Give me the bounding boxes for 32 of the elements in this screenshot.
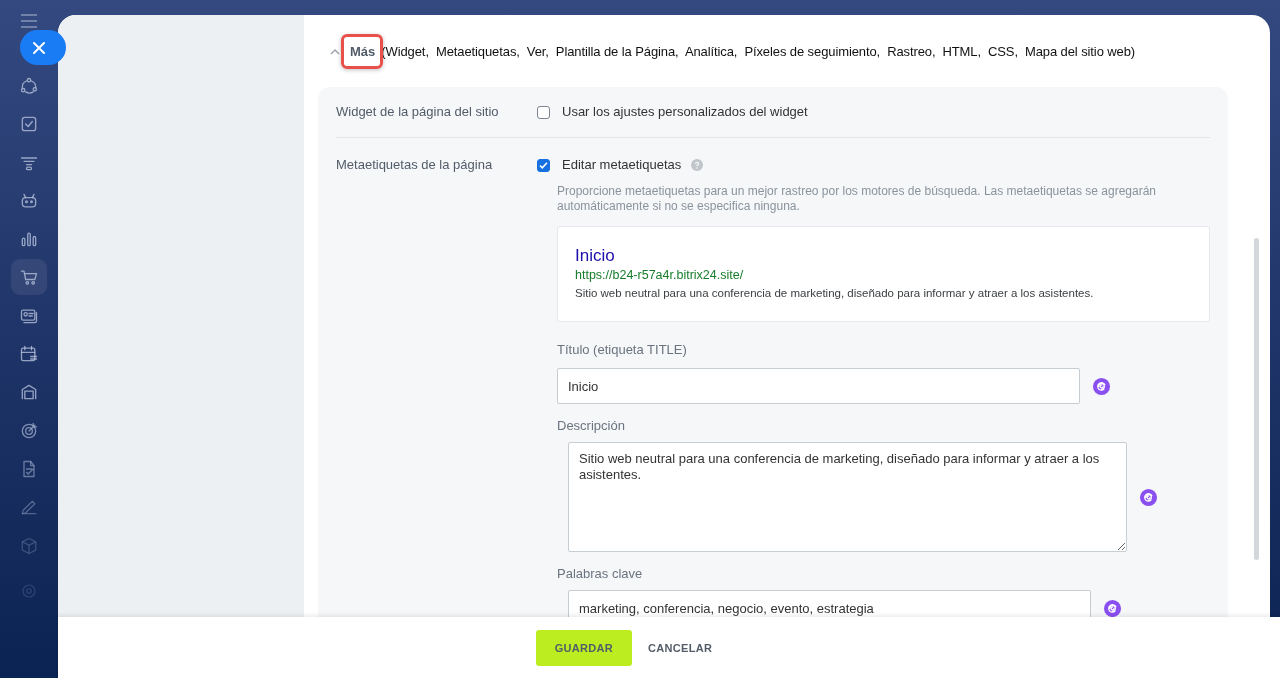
preview-url: https://b24-r57a4r.bitrix24.site/ bbox=[575, 268, 744, 283]
sections-summary: (Widget, Metaetiquetas, Ver, Plantilla de la Página, Analítica, Píxeles de seguimiento, Rastreo, HTML, CSS, Mapa del sitio web) bbox=[381, 43, 1136, 59]
scrollbar-thumb[interactable] bbox=[1253, 238, 1259, 560]
setting-label: Metaetiquetas de la página bbox=[336, 157, 494, 174]
setting-label: Widget de la página del sitio bbox=[336, 104, 500, 120]
save-button[interactable]: GUARDAR bbox=[535, 629, 633, 666]
checkbox-label[interactable]: Usar los ajustes personalizados del widget bbox=[562, 104, 808, 120]
swirl-icon[interactable] bbox=[1092, 376, 1111, 396]
cancel-button[interactable]: CANCELAR bbox=[638, 629, 723, 666]
sidebar-item[interactable] bbox=[11, 259, 47, 296]
people-network-icon bbox=[19, 76, 39, 96]
close-icon bbox=[33, 41, 45, 54]
box-icon bbox=[19, 535, 39, 556]
input-field[interactable]: Inicio bbox=[557, 368, 1080, 404]
close-button[interactable] bbox=[20, 30, 66, 65]
field-label: Palabras clave bbox=[557, 566, 644, 582]
input-field[interactable]: marketing, conferencia, negocio, evento, estrategia bbox=[568, 590, 1091, 617]
preview-title: Inicio bbox=[575, 246, 615, 266]
target-icon bbox=[19, 420, 39, 441]
hint-text: Proporcione metaetiquetas para un mejor rastreo por los motores de búsqueda. Las metaetiquetas se agregarán automáticamente si no se especifica ninguna. bbox=[557, 184, 1158, 214]
field-label: Descripción bbox=[557, 418, 626, 434]
more-toggle[interactable]: Más bbox=[350, 43, 376, 59]
chevron-icon[interactable] bbox=[330, 47, 340, 55]
checkbox-label[interactable]: Editar metaetiquetas bbox=[562, 157, 682, 173]
preview-description: Sitio web neutral para una conferencia de marketing, diseñado para informar y atraer a los asistentes. bbox=[575, 286, 1094, 301]
description-field[interactable]: Sitio web neutral para una conferencia de marketing, diseñado para informar y atraer a los asistentes. bbox=[568, 442, 1127, 552]
checkbox[interactable] bbox=[537, 158, 550, 172]
checkbox[interactable] bbox=[537, 105, 550, 119]
field-label: Título (etiqueta TITLE) bbox=[557, 342, 688, 358]
menu-icon[interactable] bbox=[20, 14, 38, 28]
swirl-icon[interactable] bbox=[1139, 487, 1158, 507]
swirl-icon[interactable] bbox=[1103, 598, 1122, 617]
